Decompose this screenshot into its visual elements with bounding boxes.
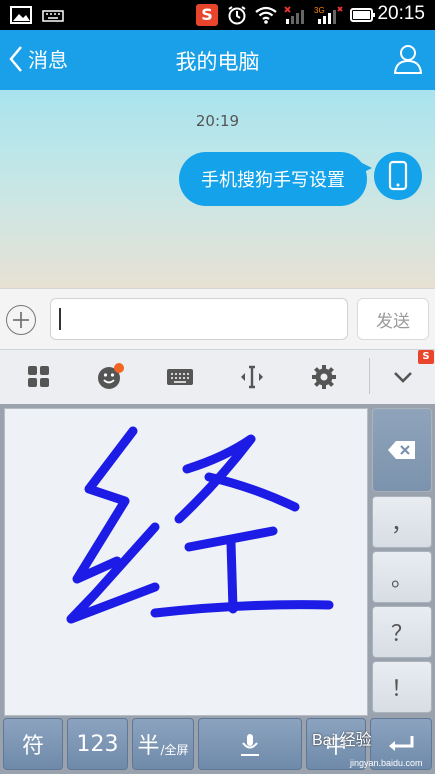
settings-icon[interactable] bbox=[310, 363, 338, 391]
handwriting-pad[interactable]: 经 bbox=[4, 408, 368, 716]
fullscreen-label: /全屏 bbox=[160, 742, 189, 757]
watermark-url: jingyan.baidu.com bbox=[350, 758, 423, 768]
message-text: 手机搜狗手写设置 bbox=[201, 170, 345, 191]
symbols-key[interactable]: 符 bbox=[3, 718, 63, 770]
profile-icon[interactable] bbox=[391, 42, 425, 76]
message-input-bar: 发送 bbox=[0, 288, 435, 349]
apps-icon[interactable] bbox=[25, 363, 53, 391]
alarm-icon bbox=[228, 6, 246, 25]
svg-text:3G: 3G bbox=[314, 6, 325, 15]
signal-3g-icon: 3G bbox=[314, 6, 343, 24]
keyboard-toolbar: S bbox=[0, 349, 435, 404]
message-input[interactable] bbox=[50, 298, 348, 340]
add-attachment-button[interactable] bbox=[6, 305, 36, 335]
image-icon bbox=[10, 6, 32, 24]
cursor-move-icon[interactable] bbox=[238, 363, 266, 391]
half-fullscreen-key[interactable]: 半/全屏 bbox=[132, 718, 194, 770]
comma-key[interactable]: ， bbox=[372, 496, 432, 548]
phone-icon bbox=[388, 160, 408, 191]
send-button[interactable]: 发送 bbox=[357, 298, 429, 340]
handwriting-stroke bbox=[66, 426, 334, 624]
page-title: 我的电脑 bbox=[175, 50, 260, 74]
keyboard-layout-icon[interactable] bbox=[166, 363, 194, 391]
period-key[interactable]: 。 bbox=[372, 551, 432, 603]
enter-icon bbox=[389, 736, 414, 751]
delete-key[interactable] bbox=[372, 408, 432, 492]
numbers-key[interactable]: 123 bbox=[67, 718, 128, 770]
question-key[interactable]: ？ bbox=[372, 606, 432, 658]
emoji-icon[interactable] bbox=[96, 363, 124, 391]
status-time: 20:15 bbox=[377, 3, 425, 24]
bubble-tail bbox=[356, 160, 372, 176]
keyboard-icon bbox=[42, 10, 64, 22]
handwriting-keyboard: 经 ， 。 ？ ！ 符 123 半/全屏 中 bbox=[0, 404, 435, 774]
toolbar-divider bbox=[369, 358, 370, 394]
chat-area: 20:19 手机搜狗手写设置 bbox=[0, 90, 435, 288]
signal-icon bbox=[284, 6, 304, 24]
backspace-icon bbox=[388, 441, 415, 459]
voice-key[interactable] bbox=[198, 718, 302, 770]
status-bar: S 3G 20:15 bbox=[0, 0, 435, 30]
sogou-badge-icon: S bbox=[418, 350, 434, 364]
message-bubble[interactable]: 手机搜狗手写设置 bbox=[179, 152, 367, 206]
half-label: 半 bbox=[137, 734, 160, 759]
wifi-icon bbox=[255, 6, 277, 24]
message-timestamp: 20:19 bbox=[195, 112, 240, 130]
exclamation-key[interactable]: ！ bbox=[372, 661, 432, 713]
sogou-icon: S bbox=[196, 4, 218, 26]
battery-icon bbox=[350, 8, 375, 22]
watermark-text: Bai 经验 bbox=[312, 732, 372, 749]
chevron-down-icon[interactable] bbox=[389, 363, 417, 391]
text-caret bbox=[59, 308, 61, 330]
title-bar: 消息 我的电脑 bbox=[0, 30, 435, 90]
plus-icon bbox=[13, 312, 29, 328]
device-avatar[interactable] bbox=[374, 152, 422, 200]
microphone-icon bbox=[241, 734, 259, 756]
